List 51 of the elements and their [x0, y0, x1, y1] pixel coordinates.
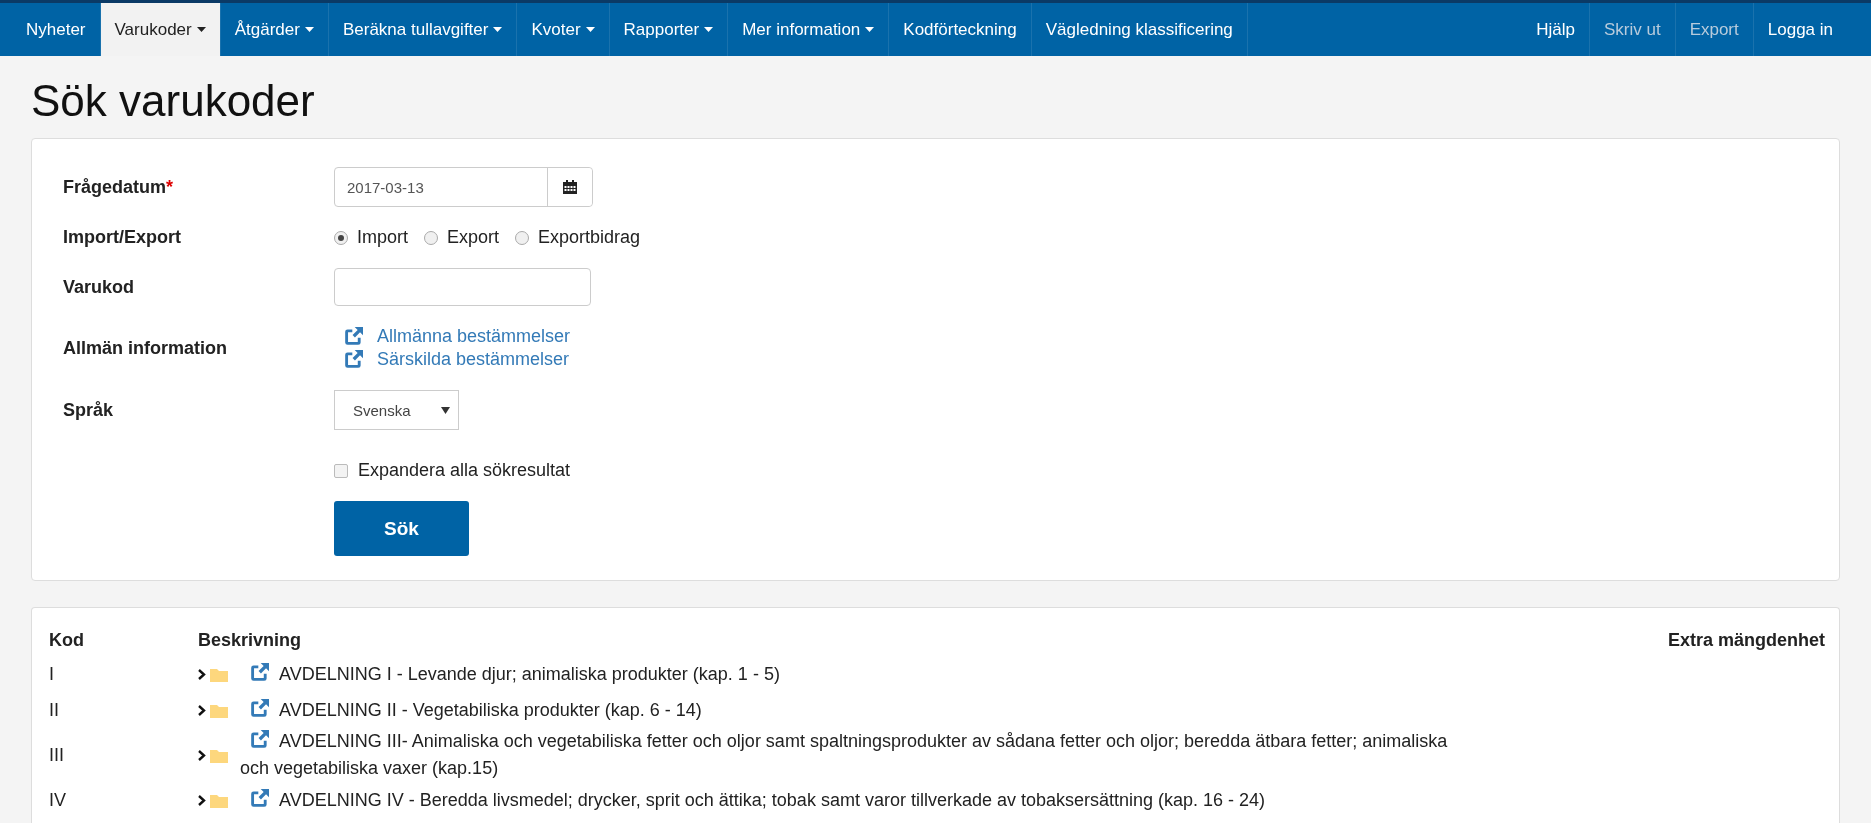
- language-select[interactable]: Svenska: [334, 390, 459, 430]
- field-label: Frågedatum*: [63, 176, 175, 198]
- nav-tab[interactable]: Kvoter: [517, 3, 610, 56]
- search-button[interactable]: Sök: [334, 501, 469, 556]
- external-link-icon: [344, 327, 363, 346]
- code-cell-text: I: [49, 663, 55, 685]
- nav-tab[interactable]: Beräkna tullavgifter: [328, 3, 518, 56]
- radio-option[interactable]: Export: [424, 227, 500, 248]
- description-text: AVDELNING II - Vegetabiliska produkter (kap. 6 - 14): [240, 696, 852, 724]
- code-cell-text: II: [49, 699, 60, 721]
- field-label: Import/Export: [63, 227, 182, 248]
- external-link-icon: [250, 662, 269, 682]
- calendar-icon: [562, 179, 578, 195]
- field-label: Allmän information: [63, 337, 228, 359]
- caret-icon: [441, 406, 450, 414]
- nav-tab[interactable]: Nyheter: [12, 3, 101, 56]
- radio-option[interactable]: Import: [334, 227, 408, 248]
- nav-tab[interactable]: Varukoder: [100, 3, 221, 56]
- chevron-icon[interactable]: [198, 668, 206, 680]
- column-header: Beskrivning: [198, 629, 303, 651]
- date-field[interactable]: 2017-03-13: [334, 167, 593, 207]
- description-text: AVDELNING I - Levande djur; animaliska produkter (kap. 1 - 5): [240, 660, 930, 688]
- nav-tab[interactable]: Åtgärder: [220, 3, 329, 56]
- column-header: Extra mängdenhet: [1666, 629, 1825, 651]
- code-cell-text: III: [49, 744, 65, 766]
- column-header: Kod: [49, 629, 85, 651]
- input-field[interactable]: [334, 268, 591, 306]
- chevron-icon[interactable]: [198, 794, 206, 806]
- page-title: Sök varukoder: [30, 75, 316, 127]
- nav-tab[interactable]: Rapporter: [609, 3, 729, 56]
- code-cell-text: IV: [49, 789, 67, 811]
- chevron-icon[interactable]: [198, 704, 206, 716]
- external-link-icon: [250, 788, 269, 808]
- nav-tab[interactable]: Vägledning klassificering: [1031, 3, 1248, 56]
- external-link[interactable]: Allmänna bestämmelser: [334, 326, 1808, 347]
- nav-tab[interactable]: Kodförteckning: [889, 3, 1032, 56]
- chevron-icon[interactable]: [198, 749, 206, 761]
- description-text: AVDELNING IV - Beredda livsmedel; drycker, sprit och ättika; tobak samt varor tillverkade av tobaksersättning (kap. 16 - 24): [240, 786, 1416, 814]
- description-text: AVDELNING III- Animaliska och vegetabiliska fetter och oljor samt spaltningsprodukter av sådana fetter och oljor; beredda ätbara fetter; animaliska och vegetabiliska vaxer (kap.15): [240, 729, 1449, 780]
- external-link[interactable]: Särskilda bestämmelser: [334, 349, 1808, 370]
- external-link-icon: [344, 350, 363, 369]
- radio-option[interactable]: Exportbidrag: [515, 227, 641, 248]
- checkbox[interactable]: [334, 463, 348, 478]
- nav-link[interactable]: Logga in: [1752, 3, 1847, 56]
- external-link-icon: [250, 730, 269, 749]
- nav-link[interactable]: Hjälp: [1522, 3, 1589, 56]
- checkbox-option[interactable]: Expandera alla sökresultat: [334, 460, 1808, 481]
- nav-tab[interactable]: Mer information: [728, 3, 890, 56]
- field-label: Språk: [63, 399, 115, 421]
- field-label: Varukod: [63, 276, 136, 298]
- external-link-icon: [250, 698, 269, 718]
